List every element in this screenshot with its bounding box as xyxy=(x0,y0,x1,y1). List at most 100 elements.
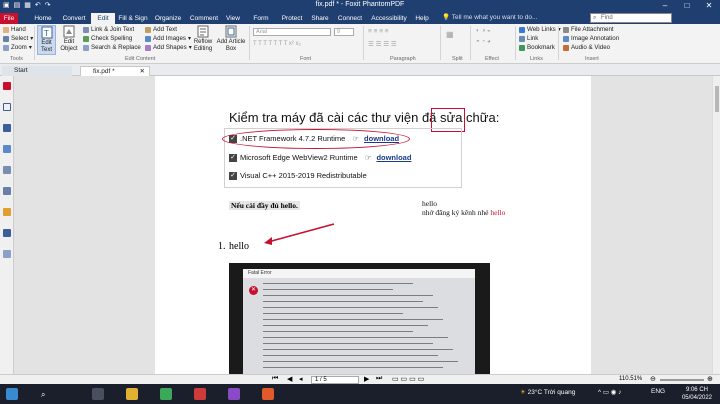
maximize-button[interactable]: □ xyxy=(676,0,698,12)
security-icon[interactable] xyxy=(3,208,11,216)
list-item-hello[interactable]: hello xyxy=(229,241,249,252)
link-button[interactable]: Link xyxy=(519,35,538,42)
close-button[interactable]: ✕ xyxy=(698,0,720,12)
layers-icon[interactable] xyxy=(3,145,11,153)
effect-buttons-row1[interactable]: ◐ ◑ ◒ xyxy=(476,27,491,34)
paragraph-align-buttons[interactable]: ≡ ≡ ≡ ≡ xyxy=(368,28,389,35)
app-icon[interactable] xyxy=(228,388,240,400)
window-title: fix.pdf * - Foxit PhantomPDF xyxy=(315,1,405,8)
tab-file[interactable]: File xyxy=(0,13,18,24)
tab-connect[interactable]: Connect xyxy=(335,13,365,24)
zoom-out-button[interactable]: ⊖ xyxy=(650,375,656,383)
divider xyxy=(440,26,441,60)
tab-home[interactable]: Home xyxy=(29,13,57,24)
divider xyxy=(470,26,471,60)
vertical-scrollbar[interactable] xyxy=(712,76,720,374)
zoom-tool[interactable]: Zoom ▾ xyxy=(3,44,32,51)
lightbulb-icon: 💡 xyxy=(442,14,451,21)
recorder-icon[interactable] xyxy=(262,388,274,400)
web-links-button[interactable]: Web Links ▾ xyxy=(519,26,561,33)
image-icon xyxy=(145,35,151,42)
tab-edit[interactable]: Edit xyxy=(91,13,115,24)
tab-fill-sign[interactable]: Fill & Sign xyxy=(116,13,150,24)
prev-page-button[interactable]: ◀ xyxy=(287,375,292,383)
red-ellipse-annotation[interactable] xyxy=(222,129,410,149)
font-name-select[interactable]: Arial xyxy=(253,28,331,36)
edit-text-button[interactable]: T Edit Text xyxy=(37,25,56,55)
select-tool[interactable]: Select ▾ xyxy=(3,35,33,42)
tab-organize[interactable]: Organize xyxy=(152,13,184,24)
scroll-thumb[interactable] xyxy=(715,86,719,112)
task-view-icon[interactable] xyxy=(92,388,104,400)
edit-object-button[interactable]: Edit Object xyxy=(58,25,80,55)
page-layout-icons[interactable]: ▭ ▭ ▭ ▭ xyxy=(392,375,424,383)
weather-widget[interactable]: ☀ 23°C Trời quang xyxy=(520,388,575,396)
tab-fix-pdf[interactable]: fix.pdf * ✕ xyxy=(80,66,150,76)
clock[interactable]: 9:06 CH 05/04/2022 xyxy=(682,386,712,402)
comment-line-1[interactable]: hello xyxy=(422,199,437,208)
tab-help[interactable]: Help xyxy=(412,13,432,24)
pages-icon[interactable] xyxy=(3,103,11,111)
add-shapes-button[interactable]: Add Shapes ▾ xyxy=(145,44,192,51)
hand-tool[interactable]: Hand xyxy=(3,26,26,33)
tab-view[interactable]: View xyxy=(222,13,244,24)
add-images-button[interactable]: Add Images ▾ xyxy=(145,35,191,42)
spellcheck-icon xyxy=(83,35,89,42)
media-icon xyxy=(563,44,569,51)
find-input[interactable]: ⌕ Find xyxy=(590,13,672,23)
first-page-button[interactable]: ⏮ xyxy=(272,375,278,383)
search-icon[interactable]: ⌕ xyxy=(41,390,45,400)
signatures-icon[interactable] xyxy=(3,187,11,195)
tab-convert[interactable]: Convert xyxy=(58,13,90,24)
font-size-select[interactable]: 9 xyxy=(334,28,354,36)
embedded-error-screenshot[interactable]: Fatal Error ✕ xyxy=(229,263,490,374)
tell-me-box[interactable]: 💡 Tell me what you want to do... xyxy=(442,13,537,21)
home-icon[interactable] xyxy=(3,82,11,90)
language-indicator[interactable]: ENG xyxy=(651,388,665,395)
tab-share[interactable]: Share xyxy=(307,13,333,24)
zoom-in-button[interactable]: ⊕ xyxy=(707,375,713,383)
add-article-box-button[interactable]: Add Article Box xyxy=(216,25,246,55)
paragraph-spacing-buttons[interactable]: ☰ ☰ ☰ ☰ xyxy=(368,40,397,48)
camtasia-icon[interactable] xyxy=(160,388,172,400)
red-arrow-annotation[interactable] xyxy=(258,222,338,246)
effect-group-label: Effect xyxy=(485,56,499,62)
image-annotation-button[interactable]: Image Annotation xyxy=(563,35,619,42)
check-spelling-button[interactable]: Check Spelling xyxy=(83,35,132,42)
tray-icons[interactable]: ^ ▭ ◉ ♪ xyxy=(598,388,622,396)
tab-protect[interactable]: Protect xyxy=(277,13,307,24)
zoom-slider[interactable] xyxy=(660,379,704,381)
last-page-button[interactable]: ⏭ xyxy=(376,375,382,383)
page-number-input[interactable]: 1 / 5 xyxy=(311,376,359,384)
tab-accessibility[interactable]: Accessibility xyxy=(368,13,410,24)
file-attachment-button[interactable]: File Attachment xyxy=(563,26,614,33)
title-bar: ▣ ▤ ▦ ↶ ↷ fix.pdf * - Foxit PhantomPDF –… xyxy=(0,0,720,12)
comment-line-2[interactable]: nhớ đăng ký kênh nhé hello xyxy=(422,208,505,217)
windows-start-icon[interactable] xyxy=(6,388,18,400)
link-join-text-button[interactable]: Link & Join Text xyxy=(83,26,134,33)
attachments-icon[interactable] xyxy=(3,166,11,174)
comments-icon[interactable] xyxy=(3,229,11,237)
properties-icon[interactable] xyxy=(3,250,11,258)
minimize-button[interactable]: – xyxy=(654,0,676,12)
tab-comment[interactable]: Comment xyxy=(187,13,221,24)
tab-start[interactable]: Start xyxy=(2,66,72,76)
list-number: 1. xyxy=(218,241,226,252)
bookmark-button[interactable]: Bookmark xyxy=(519,44,555,51)
note-text[interactable]: Nếu cài đầy đủ hello. xyxy=(229,201,300,210)
split-button[interactable]: ▦ xyxy=(446,30,454,39)
file-explorer-icon[interactable] xyxy=(126,388,138,400)
audio-video-button[interactable]: Audio & Video xyxy=(563,44,610,51)
bookmarks-icon[interactable] xyxy=(3,124,11,132)
foxit-icon[interactable] xyxy=(194,388,206,400)
search-replace-button[interactable]: Search & Replace xyxy=(83,44,141,51)
next-page-button[interactable]: ▶ xyxy=(364,375,369,383)
font-style-buttons[interactable]: T T T T T T T x² x₂ xyxy=(253,41,301,47)
effect-buttons-row2[interactable]: ◓ ◔ ◕ xyxy=(476,38,491,45)
add-text-button[interactable]: Add Text xyxy=(145,26,177,33)
zoom-level[interactable]: 110.51% xyxy=(619,376,642,382)
reflow-editing-button[interactable]: Reflow Editing xyxy=(192,25,214,55)
tab-form[interactable]: Form xyxy=(250,13,272,24)
download-link[interactable]: download xyxy=(376,153,411,162)
prev-view-button[interactable]: ◂ xyxy=(299,375,303,383)
